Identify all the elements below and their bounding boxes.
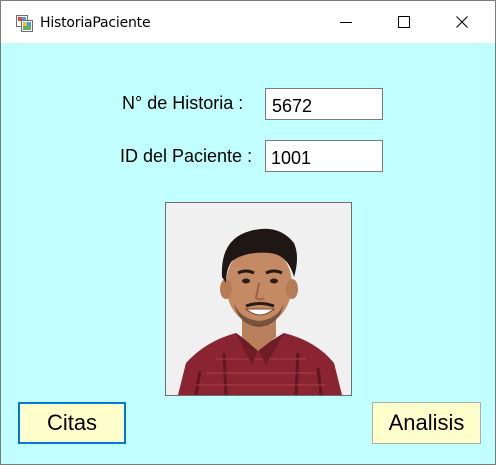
paciente-id-input[interactable]	[265, 140, 383, 172]
close-button[interactable]	[435, 1, 491, 43]
analisis-button[interactable]: Analisis	[372, 402, 481, 444]
citas-button[interactable]: Citas	[18, 402, 126, 444]
maximize-icon	[398, 16, 410, 28]
patient-photo-image	[166, 203, 351, 395]
historia-input[interactable]	[265, 88, 383, 120]
maximize-button[interactable]	[377, 1, 433, 43]
window-title: HistoriaPaciente	[40, 15, 151, 31]
historia-label: N° de Historia :	[122, 93, 244, 113]
paciente-id-label: ID del Paciente :	[120, 146, 253, 166]
title-bar[interactable]: HistoriaPaciente	[1, 1, 495, 43]
patient-photo	[165, 202, 352, 396]
close-icon	[456, 16, 468, 28]
app-window-icon	[16, 15, 33, 32]
minimize-button[interactable]	[319, 1, 375, 43]
historia-paciente-window: HistoriaPaciente N° de Historia : ID del…	[0, 0, 496, 465]
minimize-icon	[340, 22, 352, 23]
